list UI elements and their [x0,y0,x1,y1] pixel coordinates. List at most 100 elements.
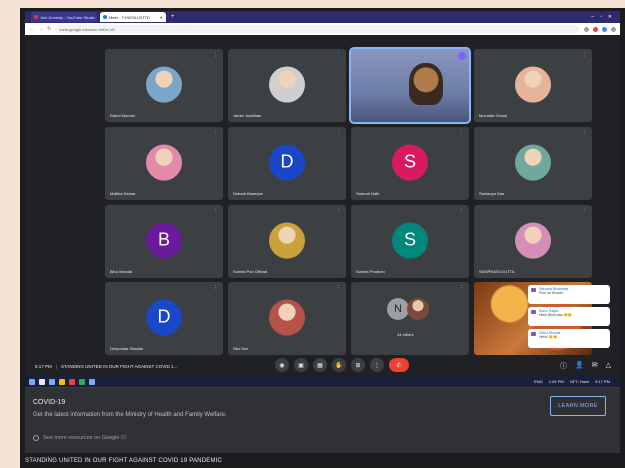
participant-name: Mallika Sarkar [110,191,136,196]
participant-tile[interactable]: S ⋮ Samrati Nath [351,127,469,200]
more-vert-icon[interactable]: ⋮ [336,285,341,291]
maximize-button[interactable]: ▫ [600,14,602,20]
participant-tile[interactable]: D ⋮ Deepmala Shadde [105,282,223,355]
end-call-button[interactable]: ✆ [389,358,409,372]
language-indicator[interactable]: ENG [534,379,543,384]
profile-icon[interactable] [602,26,607,32]
more-vert-icon[interactable]: ⋮ [582,52,587,58]
covid-title: COVID-19 [33,399,66,406]
avatar [515,66,551,103]
chat-notification[interactable]: Selsu Mondal Hello! 🙂🙂 [528,329,610,348]
more-vert-icon[interactable]: ⋮ [459,208,464,214]
close-tab-icon[interactable]: ✕ [160,15,163,20]
participant-name: Santanya Das [479,191,505,196]
more-vert-icon[interactable]: ⋮ [213,208,218,214]
more-vert-icon[interactable]: ⋮ [213,130,218,136]
extension-icon[interactable] [584,26,589,32]
participant-tile[interactable]: B ⋮ Binu Mondal [105,205,223,278]
meet-side-controls: ⓘ 👤 ✉ △ [560,361,611,371]
browser-tab-bar: Jolo Unnesty - YouTube Studio ✕ Meet - T… [25,11,620,23]
chat-text: Hello! 🙂🙂 [539,335,558,339]
reload-icon[interactable]: ↻ [47,26,51,32]
forward-icon[interactable]: → [38,26,43,32]
more-vert-icon[interactable]: ⋮ [582,130,587,136]
captions-button[interactable]: ▦ [313,358,327,372]
chat-notification[interactable]: Satvand Bhawnder Phul na Khushi [528,285,610,304]
menu-icon[interactable] [611,26,616,32]
search-icon[interactable] [39,378,45,385]
chat-icon[interactable]: ✉ [592,361,598,371]
participant-tile[interactable]: ⋮ Jamie Jonathan [228,49,346,122]
minimize-button[interactable]: – [591,14,594,20]
more-resources-link[interactable]: See more resources on Google ☑ [33,435,126,441]
more-options-button[interactable]: ⋮ [370,358,384,372]
more-vert-icon[interactable]: ⋮ [336,130,341,136]
system-tray: ENG 1:04 PM 18°C Haze 5:17 PM [534,379,620,384]
participant-tile[interactable]: ⋮ SAMPRATA DUTTA [474,205,592,278]
screen-photo: Jolo Unnesty - YouTube Studio ✕ Meet - T… [20,8,625,468]
start-icon[interactable] [29,378,35,385]
more-vert-icon[interactable]: ⋮ [459,52,464,58]
tray-time: 1:04 PM [548,379,564,384]
avatar: B [146,222,182,259]
participant-tile[interactable]: N ⋮ 44 others [351,282,469,355]
app-icon[interactable] [89,378,95,385]
tab-meet[interactable]: Meet - TYHDSU-NTTD ✕ [100,12,166,22]
avatar [515,144,551,181]
present-button[interactable]: ⊞ [351,358,365,372]
avatar [146,66,182,103]
participant-tile[interactable]: ⋮ Moumita Ghosh [474,49,592,122]
more-vert-icon[interactable]: ⋮ [582,208,587,214]
people-icon[interactable]: 👤 [575,361,584,371]
meeting-title: STANDING UNITED IN OUR FIGHT AGAINST COV… [60,363,178,369]
chat-icon [531,288,536,292]
raise-hand-button[interactable]: ✋ [332,358,346,372]
participant-tile[interactable]: ⋮ Mallika Sarkar [105,127,223,200]
participant-tile[interactable]: S ⋮ Sumita Pradhan [351,205,469,278]
mic-button[interactable]: ◉ [275,358,289,372]
task-view-icon[interactable] [49,378,55,385]
participant-name: Sumita Pradhan [356,269,385,274]
clock[interactable]: 5:17 PM [595,379,610,384]
weather-indicator[interactable]: 18°C Haze [570,379,589,384]
tab-label: Jolo Unnesty - YouTube Studio [40,14,95,20]
back-icon[interactable]: ← [29,26,34,32]
participant-tile[interactable]: ⋮ Rahul Mondal [105,49,223,122]
participant-name: Sumita Pan Official [233,269,267,274]
more-vert-icon[interactable]: ⋮ [213,285,218,291]
close-window-button[interactable]: ✕ [608,14,612,20]
app-icon[interactable] [79,378,85,385]
participant-tile[interactable]: ⋮ Situ Sen [228,282,346,355]
tab-youtube-studio[interactable]: Jolo Unnesty - YouTube Studio ✕ [31,12,97,22]
covid-banner: COVID-19 Get the latest information from… [25,387,620,453]
participant-tile[interactable]: D ⋮ Debarti Banerjee [228,127,346,200]
learn-more-button[interactable]: LEARN MORE [550,396,606,416]
url-input[interactable]: meet.google.com/ucb-heDe-ct1 [55,25,580,33]
avatar [407,298,429,320]
camera-button[interactable]: ▣ [294,358,308,372]
file-explorer-icon[interactable] [59,378,65,385]
new-tab-button[interactable]: + [171,14,175,20]
chrome-icon[interactable] [69,378,75,385]
participant-tile[interactable]: ⋮ Santanya Das [474,127,592,200]
more-vert-icon[interactable]: ⋮ [459,285,464,291]
tab-label: Meet - TYHDSU-NTTD [109,14,150,20]
more-vert-icon[interactable]: ⋮ [459,130,464,136]
more-vert-icon[interactable]: ⋮ [213,52,218,58]
info-icon[interactable]: ⓘ [560,361,567,371]
more-vert-icon[interactable]: ⋮ [336,52,341,58]
chat-text: Phul na Khushi [539,291,563,295]
extension-icons [584,26,616,32]
activities-icon[interactable]: △ [606,361,611,371]
call-controls: ◉ ▣ ▦ ✋ ⊞ ⋮ ✆ [275,358,409,372]
avatar [146,144,182,181]
avatar: D [269,144,305,181]
participant-tile[interactable]: ⋮ Sumita Pan Official [228,205,346,278]
chat-icon [531,332,536,336]
participant-name: Situ Sen [233,346,249,351]
more-vert-icon[interactable]: ⋮ [336,208,341,214]
extension-icon[interactable] [593,26,598,32]
participant-tile[interactable]: ⋮ [349,47,471,124]
chat-text: Hindi Bindi aaa 🙂🙂 [539,313,573,317]
chat-notification[interactable]: Sarini Rayat Hindi Bindi aaa 🙂🙂 [528,307,610,326]
